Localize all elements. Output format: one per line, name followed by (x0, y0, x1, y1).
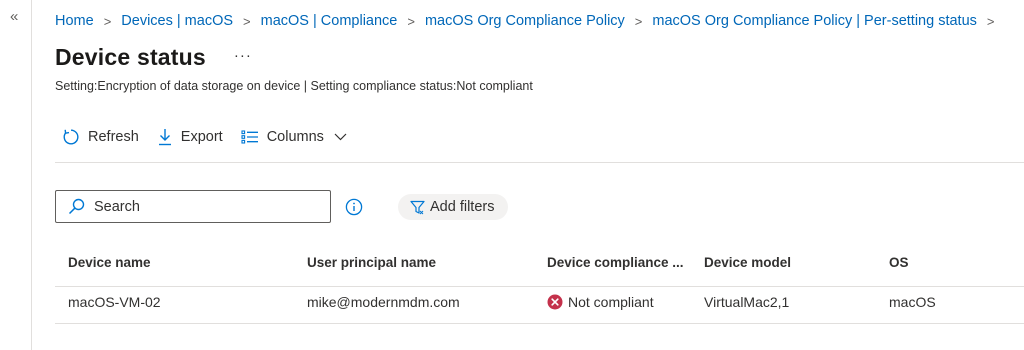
device-name-cell: macOS-VM-02 (68, 294, 161, 310)
refresh-label: Refresh (88, 129, 139, 145)
command-bar: Refresh Export Columns (62, 128, 365, 146)
chevron-right-icon: > (243, 13, 251, 29)
column-header-os[interactable]: OS (889, 238, 909, 286)
column-header-device-name[interactable]: Device name (68, 238, 151, 286)
search-icon (68, 198, 85, 215)
compliance-status-label: Not compliant (568, 294, 654, 310)
chevron-right-icon: > (634, 13, 643, 29)
breadcrumb-home[interactable]: Home (55, 13, 94, 29)
column-header-user-principal-name[interactable]: User principal name (307, 238, 436, 286)
refresh-icon (63, 129, 79, 145)
breadcrumb: Home > Devices | macOS > macOS | Complia… (55, 13, 1004, 29)
search-input[interactable] (94, 198, 314, 215)
refresh-button[interactable]: Refresh (62, 128, 139, 146)
collapse-nav-icon[interactable]: « (10, 8, 18, 25)
chevron-right-icon: > (103, 13, 112, 29)
title-row: Device status ··· (55, 44, 252, 71)
error-circle-icon (547, 294, 563, 310)
export-button[interactable]: Export (157, 128, 223, 146)
search-box[interactable] (55, 190, 331, 223)
more-options-icon[interactable]: ··· (234, 47, 252, 64)
add-filters-label: Add filters (430, 199, 495, 215)
export-label: Export (180, 129, 223, 145)
toolbar-divider (55, 162, 1024, 163)
table-header-row: Device name User principal name Device c… (55, 238, 1024, 287)
chevron-right-icon: > (986, 13, 995, 29)
column-header-device-compliance[interactable]: Device compliance ... (547, 238, 684, 286)
columns-label: Columns (266, 129, 324, 145)
page-title: Device status (55, 44, 206, 70)
breadcrumb-per-setting-status[interactable]: macOS Org Compliance Policy | Per-settin… (652, 13, 977, 29)
user-principal-name-cell: mike@modernmdm.com (307, 294, 460, 310)
filter-icon (410, 200, 425, 214)
left-nav-rail: « (0, 0, 32, 350)
breadcrumb-compliance-policy[interactable]: macOS Org Compliance Policy (425, 13, 625, 29)
compliance-status-cell: Not compliant (547, 284, 654, 320)
chevron-right-icon: > (407, 13, 415, 29)
table-row[interactable]: macOS-VM-02 mike@modernmdm.com Not compl… (55, 287, 1024, 324)
chevron-down-icon (334, 133, 347, 141)
os-cell: macOS (889, 294, 936, 310)
columns-button[interactable]: Columns (241, 129, 347, 145)
download-icon (158, 129, 171, 146)
columns-list-icon (241, 130, 258, 144)
breadcrumb-macos-compliance[interactable]: macOS | Compliance (261, 13, 398, 29)
device-status-page: « Home > Devices | macOS > macOS | Compl… (0, 0, 1024, 350)
info-icon[interactable] (345, 198, 363, 216)
column-header-device-model[interactable]: Device model (704, 238, 791, 286)
add-filters-button[interactable]: Add filters (398, 194, 509, 220)
breadcrumb-devices-macos[interactable]: Devices | macOS (121, 13, 233, 29)
device-status-table: Device name User principal name Device c… (55, 238, 1024, 324)
device-model-cell: VirtualMac2,1 (704, 294, 790, 310)
page-subtitle: Setting:Encryption of data storage on de… (55, 79, 533, 93)
